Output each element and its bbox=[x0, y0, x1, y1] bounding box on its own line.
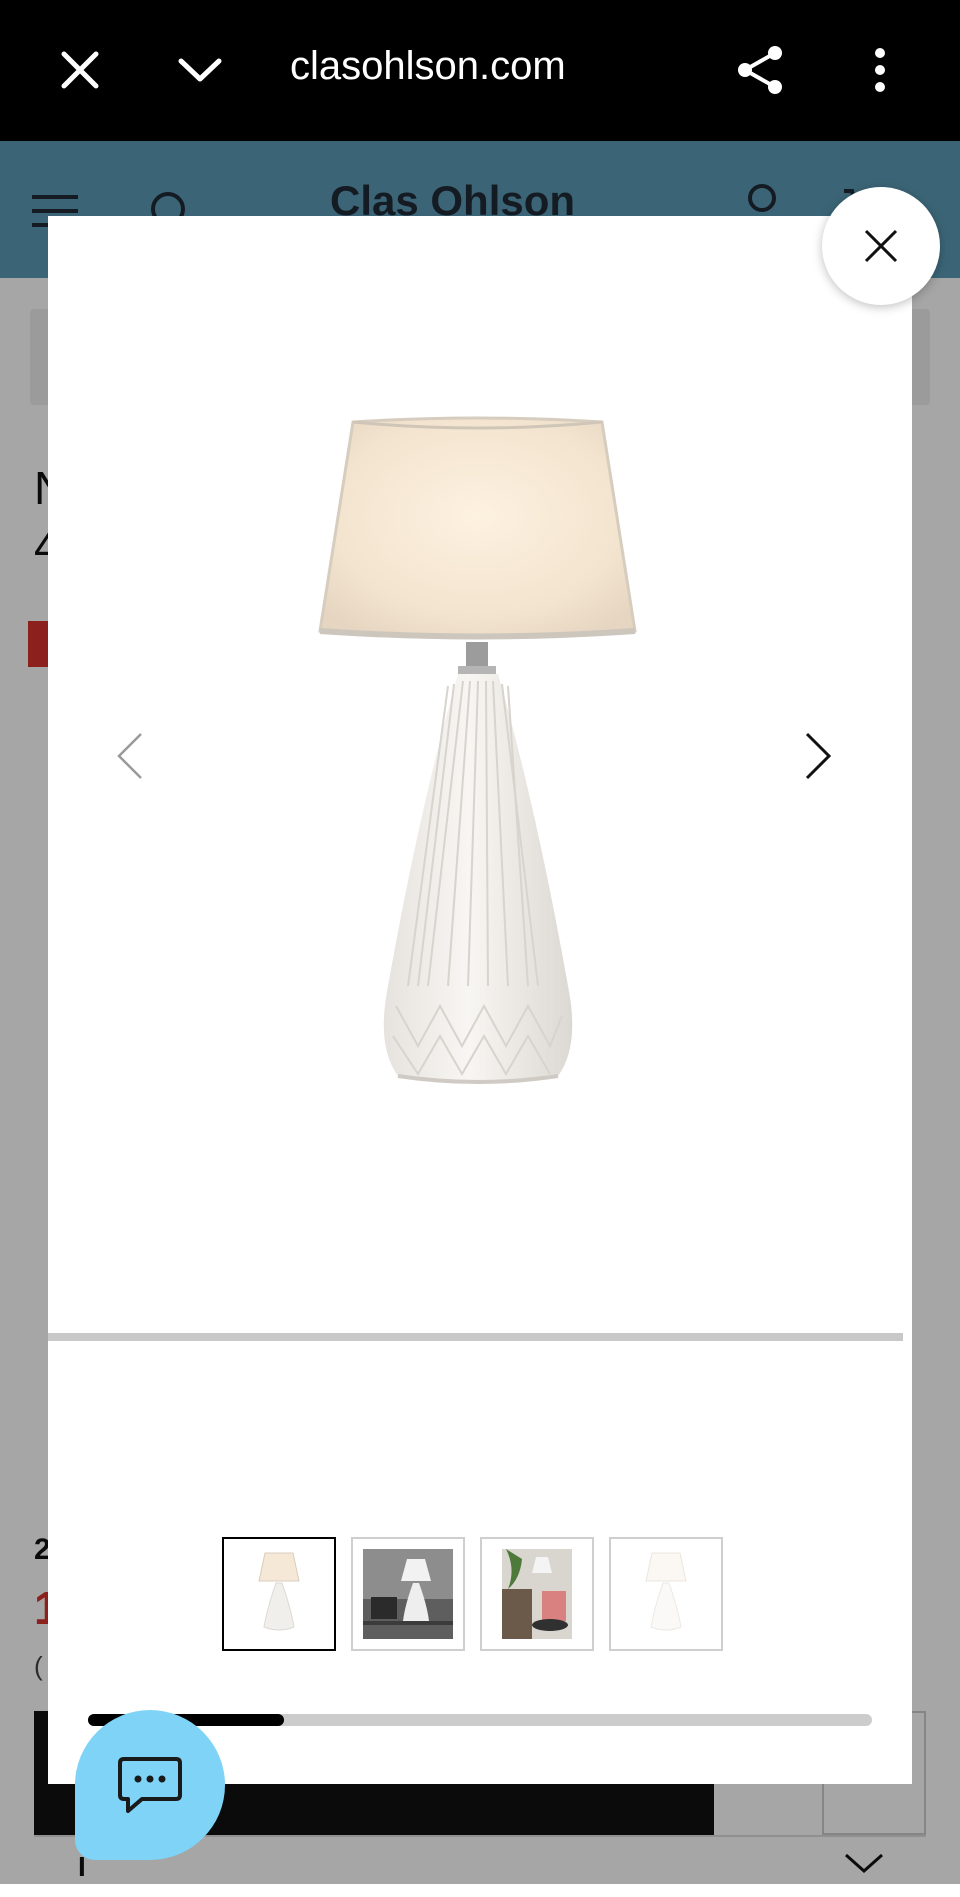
thumbnail-2[interactable] bbox=[351, 1537, 465, 1651]
thumbnail-strip bbox=[222, 1537, 723, 1651]
chevron-down-icon bbox=[178, 58, 222, 82]
thumb-lamp-lifestyle-image bbox=[502, 1549, 572, 1639]
next-image-button[interactable] bbox=[788, 716, 848, 796]
url-text[interactable]: clasohlson.com bbox=[290, 44, 566, 89]
thumbnail-1[interactable] bbox=[222, 1537, 336, 1651]
browser-toolbar: clasohlson.com bbox=[0, 0, 960, 141]
previous-image-button[interactable] bbox=[100, 716, 160, 796]
image-progress-bar bbox=[48, 1333, 903, 1341]
chat-bubble-icon bbox=[118, 1757, 182, 1813]
chevron-left-icon bbox=[117, 733, 142, 779]
thumbnail-scrollbar[interactable] bbox=[88, 1714, 872, 1726]
lamp-image bbox=[318, 416, 637, 1084]
more-options-button[interactable] bbox=[840, 30, 920, 110]
main-product-image[interactable] bbox=[48, 216, 912, 1334]
thumb-lamp-lit-image bbox=[258, 1552, 300, 1631]
share-button[interactable] bbox=[720, 30, 800, 110]
thumbnail-4[interactable] bbox=[609, 1537, 723, 1651]
share-icon bbox=[738, 46, 782, 94]
close-gallery-button[interactable] bbox=[822, 187, 940, 305]
close-icon bbox=[61, 51, 99, 89]
thumb-lamp-room-image bbox=[363, 1549, 453, 1639]
chat-button[interactable] bbox=[75, 1710, 225, 1860]
minimize-button[interactable] bbox=[160, 30, 240, 110]
close-icon bbox=[864, 229, 898, 263]
close-tab-button[interactable] bbox=[40, 30, 120, 110]
chevron-right-icon bbox=[805, 732, 832, 780]
more-vert-icon bbox=[875, 48, 885, 92]
thumb-lamp-white-image bbox=[645, 1552, 687, 1631]
thumbnail-3[interactable] bbox=[480, 1537, 594, 1651]
